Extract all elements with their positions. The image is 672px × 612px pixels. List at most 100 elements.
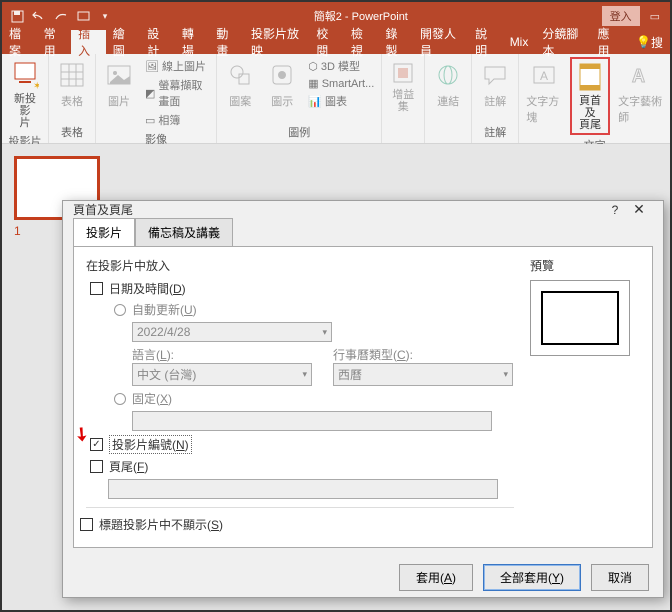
tab-apps[interactable]: 應用 (590, 30, 625, 54)
dialog-tabs: 投影片 備忘稿及講義 (63, 218, 663, 246)
cancel-button[interactable]: 取消 (591, 564, 649, 591)
screenshot-button[interactable]: ◩螢幕擷取畫面 (143, 76, 211, 110)
group-links-label (430, 126, 466, 142)
dialog-help-button[interactable]: ? (605, 203, 625, 217)
preview-label: 預覽 (530, 257, 640, 274)
table-label: 表格 (61, 93, 83, 109)
table-button[interactable]: 表格 (54, 57, 90, 111)
separator (86, 507, 514, 508)
dialog-close-button[interactable]: ✕ (625, 201, 653, 218)
group-illust-label: 圖例 (222, 122, 376, 142)
tell-me-label: 搜 (651, 34, 663, 51)
link-icon (432, 59, 464, 91)
3d-model-label: 3D 模型 (321, 58, 360, 74)
tab-mix[interactable]: Mix (503, 30, 536, 54)
tab-design[interactable]: 設計 (140, 30, 175, 54)
datetime-label: 日期及時間(D) (109, 280, 186, 297)
smartart-label: SmartArt... (322, 78, 375, 90)
svg-text:✶: ✶ (33, 81, 39, 89)
cube-icon: ⬡ (308, 60, 318, 73)
hide-on-title-checkbox[interactable] (80, 518, 93, 531)
smartart-button[interactable]: ▦SmartArt... (306, 76, 376, 91)
shapes-button[interactable]: 圖案 (222, 57, 258, 111)
tab-slideshow[interactable]: 投影片放映 (244, 30, 309, 54)
icons-button[interactable]: 圖示 (264, 57, 300, 111)
tab-review[interactable]: 校閱 (309, 30, 344, 54)
picture-button[interactable]: 圖片 (101, 57, 137, 111)
tab-slide[interactable]: 投影片 (73, 218, 135, 247)
hide-on-title-label: 標題投影片中不顯示(S) (99, 516, 223, 533)
tab-draw[interactable]: 繪圖 (106, 30, 141, 54)
slideshow-icon[interactable] (76, 9, 90, 23)
qat-dropdown-icon[interactable]: ▾ (98, 9, 112, 23)
tab-view[interactable]: 檢視 (344, 30, 379, 54)
online-picture-icon: 🖼 (145, 60, 159, 73)
tab-home[interactable]: 常用 (37, 30, 72, 54)
new-slide-button[interactable]: ✶ 新投影 片 (7, 57, 43, 131)
tab-help[interactable]: 說明 (468, 30, 503, 54)
comment-icon (479, 59, 511, 91)
comment-label: 註解 (484, 93, 506, 109)
chevron-down-icon: ▾ (322, 327, 327, 338)
save-icon[interactable] (10, 9, 24, 23)
ribbon: ✶ 新投影 片 投影片 表格 表格 圖片 🖼線上圖片 ◩螢幕擷取畫面 ▭相簿 (2, 54, 670, 144)
tab-insert[interactable]: 插入 (71, 30, 106, 54)
picture-label: 圖片 (108, 93, 130, 109)
3d-model-button[interactable]: ⬡3D 模型 (306, 57, 376, 75)
calendar-select[interactable]: 西曆▾ (333, 363, 513, 386)
preview-box (530, 280, 630, 356)
group-illustrations: 圖案 圖示 ⬡3D 模型 ▦SmartArt... 📊圖表 圖例 (217, 54, 382, 143)
header-footer-dialog: 頁首及頁尾 ? ✕ 投影片 備忘稿及講義 在投影片中放入 日期及時間(D) 自動… (62, 200, 664, 598)
tab-notes-handouts[interactable]: 備忘稿及講義 (135, 218, 233, 247)
dialog-left-pane: 在投影片中放入 日期及時間(D) 自動更新(U) 2022/4/28▾ 語言(L… (86, 257, 514, 537)
album-button[interactable]: ▭相簿 (143, 111, 211, 129)
textbox-button[interactable]: A 文字方塊 (524, 57, 564, 127)
group-slides: ✶ 新投影 片 投影片 (2, 54, 49, 143)
undo-icon[interactable] (32, 9, 46, 23)
ribbon-display-icon[interactable]: ▭ (650, 10, 660, 23)
language-value: 中文 (台灣) (137, 366, 196, 383)
screenshot-icon: ◩ (145, 87, 155, 100)
chart-button[interactable]: 📊圖表 (306, 92, 376, 110)
footer-checkbox[interactable] (90, 460, 103, 473)
datetime-checkbox[interactable] (90, 282, 103, 295)
link-button[interactable]: 連結 (430, 57, 466, 111)
link-label: 連結 (437, 93, 459, 109)
redo-icon[interactable] (54, 9, 68, 23)
date-format-select[interactable]: 2022/4/28▾ (132, 322, 332, 342)
addins-button[interactable]: 增益 集 (387, 57, 419, 115)
language-select[interactable]: 中文 (台灣)▾ (132, 363, 312, 386)
footer-label: 頁尾(F) (109, 458, 148, 475)
apply-button[interactable]: 套用(A) (399, 564, 473, 591)
header-footer-button[interactable]: 頁首及 頁尾 (570, 57, 610, 135)
textbox-icon: A (528, 59, 560, 91)
shapes-label: 圖案 (229, 93, 251, 109)
tab-animations[interactable]: 動畫 (209, 30, 244, 54)
comment-button[interactable]: 註解 (477, 57, 513, 111)
wordart-label: 文字藝術師 (618, 93, 663, 125)
fixed-radio[interactable] (114, 393, 126, 405)
tab-file[interactable]: 檔案 (2, 30, 37, 54)
picture-icon (103, 59, 135, 91)
addins-label: 增益 集 (392, 89, 414, 113)
fixed-date-input[interactable] (132, 411, 492, 431)
tab-transitions[interactable]: 轉場 (175, 30, 210, 54)
auto-update-radio[interactable] (114, 304, 126, 316)
dialog-buttons: 套用(A) 全部套用(Y) 取消 (63, 556, 663, 603)
slide-number-checkbox[interactable] (90, 438, 103, 451)
calendar-type-label: 行事曆類型(C): (333, 346, 514, 363)
addins-icon (389, 59, 417, 87)
online-picture-button[interactable]: 🖼線上圖片 (143, 57, 211, 75)
window-title: 簡報2 - PowerPoint (120, 8, 602, 24)
apply-all-button[interactable]: 全部套用(Y) (483, 564, 581, 591)
textbox-label: 文字方塊 (526, 93, 562, 125)
preview-slide (541, 291, 619, 345)
footer-text-input[interactable] (108, 479, 498, 499)
tell-me[interactable]: 💡搜 (629, 30, 670, 54)
login-button[interactable]: 登入 (602, 6, 640, 26)
tab-developer[interactable]: 開發人員 (413, 30, 468, 54)
tab-storyboard[interactable]: 分鏡腳本 (535, 30, 590, 54)
icons-icon (266, 59, 298, 91)
wordart-button[interactable]: A 文字藝術師 (616, 57, 665, 127)
tab-record[interactable]: 錄製 (378, 30, 413, 54)
